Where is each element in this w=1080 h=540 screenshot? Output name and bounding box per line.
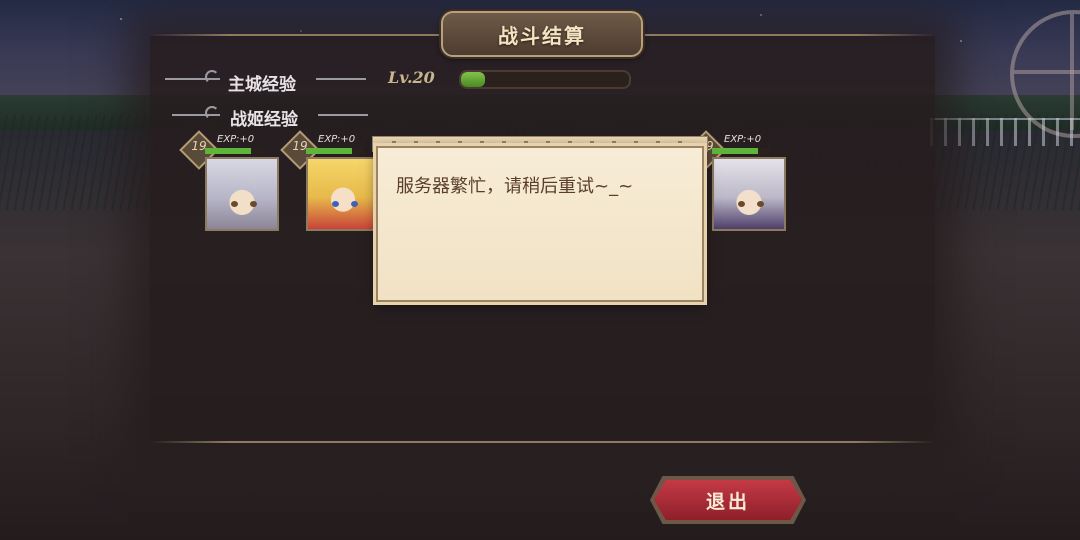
star [960,40,962,42]
castle-exp-bar-fill [461,72,485,87]
eyes [231,201,257,207]
server-busy-dialog[interactable] [376,146,704,302]
title-plate: 战斗结算 [441,11,643,57]
blonde-heroine-portrait-icon [306,157,380,231]
heroine-exp-bar-fill [712,148,759,154]
heroine-exp-bar-fill [306,148,353,154]
eyes [738,201,764,207]
heroine-exp-bar-fill [205,148,252,154]
eyes [332,201,358,207]
fence [930,118,1080,146]
heroine-exp-bar [306,148,364,154]
heroine-exp-label: 战姬经验 [230,110,298,130]
castle-level: Lv.20 [388,68,435,87]
castle-exp-label: 主城经验 [228,75,296,95]
white-haired-heroine-portrait-icon [205,157,279,231]
page-title: 战斗结算 [498,23,586,48]
castle-exp-bar [459,70,631,89]
heroine-exp-text: EXP:+0 [217,134,255,145]
ornament-right-icon [316,78,366,80]
ornament-swirl-icon [205,106,219,120]
ornament-swirl-icon [205,70,219,84]
heroine-exp-text: EXP:+0 [724,134,762,145]
heroine-exp-text: EXP:+0 [318,134,356,145]
silver-haired-heroine-portrait-icon [712,157,786,231]
dialog-message: 服务器繁忙，请稍后重试~_~ [396,176,634,197]
exit-button[interactable]: 退出 [654,480,802,520]
exit-button-label: 退出 [705,490,750,513]
star [300,30,302,32]
star [760,14,762,16]
panel-bottom-border [150,441,935,443]
ornament-right-icon [318,114,368,116]
heroine-exp-bar [712,148,770,154]
heroine-exp-bar [205,148,263,154]
star [120,18,122,20]
